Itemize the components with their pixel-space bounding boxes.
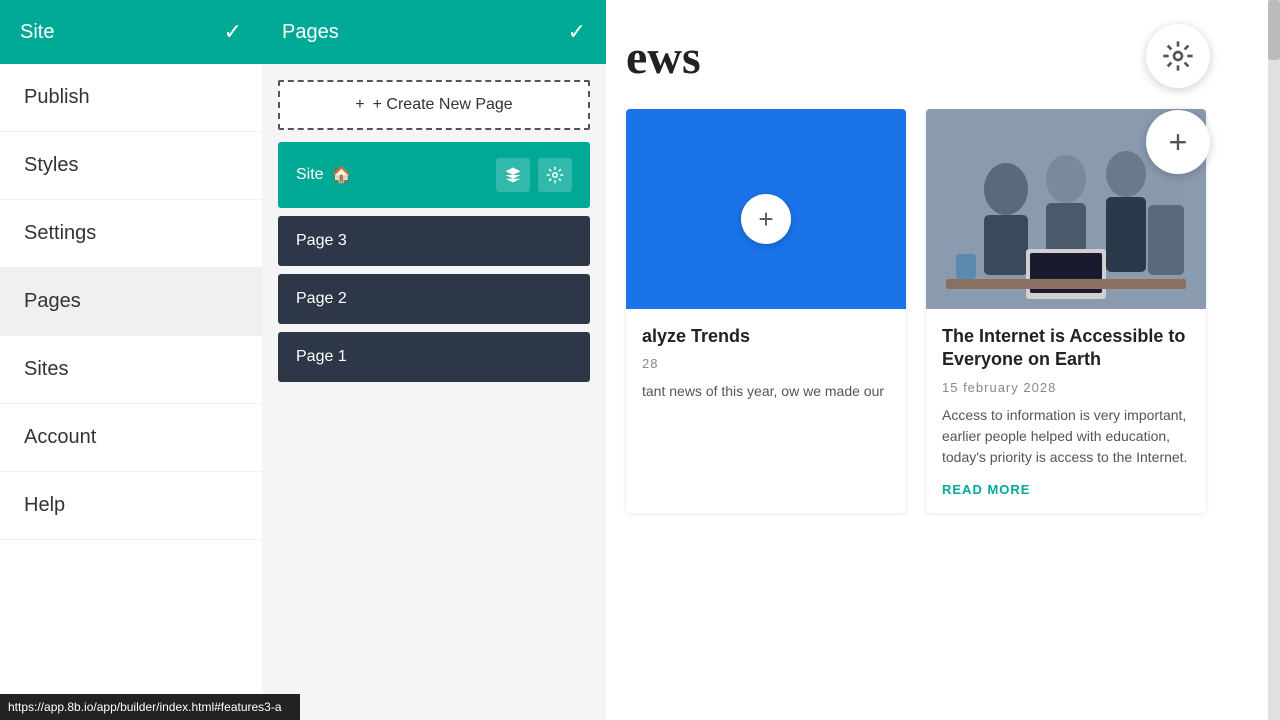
site-page-item[interactable]: Site 🏠: [278, 142, 590, 208]
sidebar-item-publish[interactable]: Publish: [0, 64, 262, 132]
sidebar-spacer: [0, 540, 262, 720]
page-2-label: Page 2: [296, 290, 347, 308]
plus-icon: +: [355, 96, 364, 114]
sidebar-item-sites[interactable]: Sites: [0, 336, 262, 404]
sidebar-item-account[interactable]: Account: [0, 404, 262, 472]
pages-panel-check-icon: ✓: [568, 19, 586, 45]
page-3-label: Page 3: [296, 232, 347, 250]
sidebar-item-pages[interactable]: Pages: [0, 268, 262, 336]
card-plus-button[interactable]: +: [741, 194, 791, 244]
fab-gear-button[interactable]: [1146, 24, 1210, 88]
scrollbar-thumb[interactable]: [1268, 0, 1280, 60]
sidebar-item-help[interactable]: Help: [0, 472, 262, 540]
fab-plus-button[interactable]: +: [1146, 110, 1210, 174]
status-url: https://app.8b.io/app/builder/index.html…: [8, 700, 282, 714]
sidebar-header: Site ✓: [0, 0, 262, 64]
news-card-2-body: The Internet is Accessible to Everyone o…: [926, 309, 1206, 513]
create-new-page-label: + Create New Page: [373, 96, 513, 114]
scrollbar[interactable]: [1268, 0, 1280, 720]
fab-plus-icon: +: [1169, 124, 1188, 161]
create-new-page-button[interactable]: + + Create New Page: [278, 80, 590, 130]
home-icon: 🏠: [332, 165, 352, 185]
news-card-1-date: 28: [642, 356, 890, 371]
news-card-1-text: tant news of this year, ow we made our: [642, 381, 890, 402]
news-card-1: alyze Trends 28 tant news of this year, …: [626, 109, 906, 513]
sidebar-item-styles[interactable]: Styles: [0, 132, 262, 200]
news-card-2-read-more[interactable]: READ MORE: [942, 482, 1190, 497]
news-card-2-date: 15 february 2028: [942, 380, 1190, 395]
news-card-1-body: alyze Trends 28 tant news of this year, …: [626, 309, 906, 432]
page-2-item[interactable]: Page 2: [278, 274, 590, 324]
pages-panel-content: + + Create New Page Site 🏠: [262, 64, 606, 398]
pages-panel: Pages ✓ + + Create New Page Site 🏠: [262, 0, 606, 720]
page-1-item[interactable]: Page 1: [278, 332, 590, 382]
pages-panel-title: Pages: [282, 21, 339, 44]
layers-icon-button[interactable]: [496, 158, 530, 192]
pages-panel-header: Pages ✓: [262, 0, 606, 64]
sidebar-check-icon: ✓: [224, 19, 242, 45]
news-card-2-text: Access to information is very important,…: [942, 405, 1190, 468]
site-label: Site: [296, 166, 324, 184]
page-1-label: Page 1: [296, 348, 347, 366]
news-section: ews alyze Trends 28 tant news of this ye…: [606, 0, 1280, 720]
sidebar: Site ✓ Publish Styles Settings Pages Sit…: [0, 0, 262, 720]
news-card-2-title: The Internet is Accessible to Everyone o…: [942, 325, 1190, 372]
gear-icon-button[interactable]: [538, 158, 572, 192]
site-item-icons: [496, 158, 572, 192]
site-item-left: Site 🏠: [296, 165, 352, 185]
news-card-1-title: alyze Trends: [642, 325, 890, 348]
sidebar-title: Site: [20, 21, 54, 44]
page-3-item[interactable]: Page 3: [278, 216, 590, 266]
sidebar-item-settings[interactable]: Settings: [0, 200, 262, 268]
status-bar: https://app.8b.io/app/builder/index.html…: [0, 694, 300, 720]
